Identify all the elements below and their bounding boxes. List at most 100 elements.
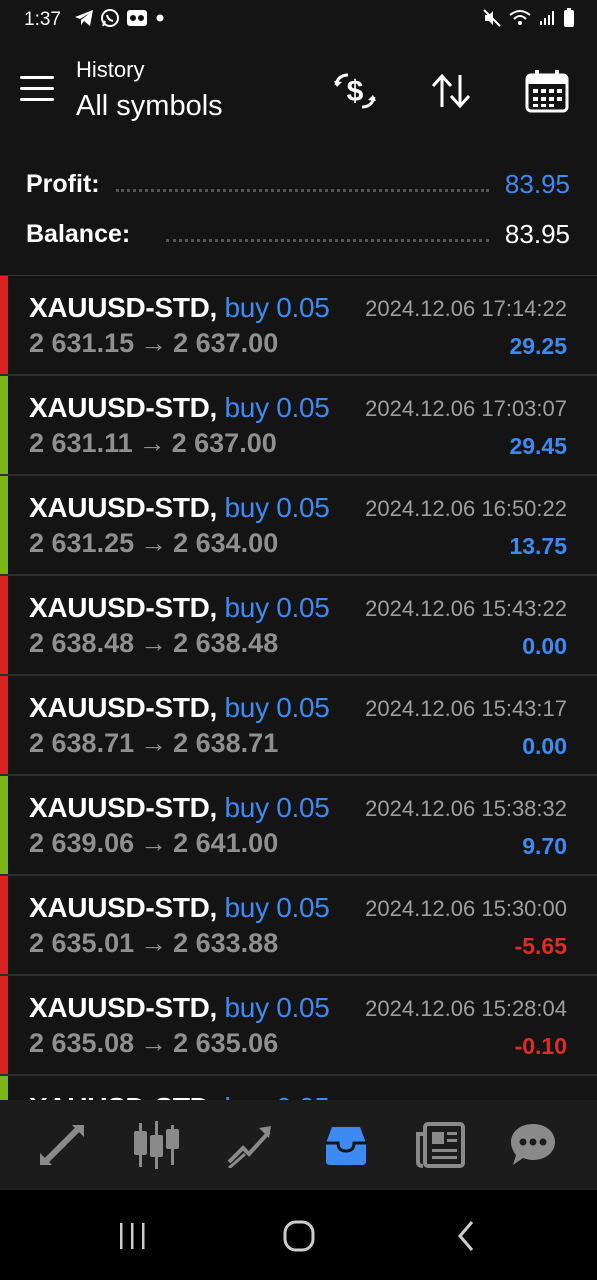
sort-button[interactable]	[426, 66, 476, 116]
deal-close-price: 2 637.00	[171, 428, 277, 458]
messages-icon	[511, 1124, 555, 1165]
recent-apps-icon	[120, 1223, 145, 1249]
deal-list[interactable]: XAUUSD-STD, buy 0.05 2024.12.06 17:14:22 2…	[0, 275, 597, 1100]
deal-side-volume: buy 0.05	[224, 292, 330, 323]
deal-side-volume: buy 0.05	[224, 992, 330, 1023]
deal-close-price: 2 634.00	[173, 528, 279, 558]
deal-row[interactable]: XAUUSD-STD, buy 0.05 2024.12.06 16:50:22 2…	[0, 476, 597, 576]
deal-symbol: XAUUSD-STD,	[29, 792, 218, 823]
bottom-nav	[0, 1100, 597, 1190]
deal-open-price: 2 638.48	[29, 628, 135, 658]
calendar-icon	[525, 70, 569, 113]
history-icon	[326, 1127, 366, 1165]
deal-profit: 13.75	[509, 533, 567, 559]
nav-history[interactable]	[316, 1118, 376, 1172]
nav-quotes[interactable]	[32, 1118, 92, 1172]
deal-prices: 2 635.08 → 2 635.06	[29, 1028, 278, 1059]
dotted-leader	[115, 188, 489, 192]
summary-panel: Profit: 83.95 Balance: 83.95	[0, 144, 597, 275]
deal-time: 2024.12.06 15:38:32	[365, 796, 567, 821]
whatsapp-icon	[101, 9, 119, 27]
currency-exchange-icon: $	[334, 73, 376, 109]
arrow-right-icon: →	[140, 728, 168, 758]
arrow-right-icon: →	[140, 928, 168, 958]
deal-symbol-line: XAUUSD-STD, buy 0.05	[29, 892, 330, 924]
deal-prices: 2 639.06 → 2 641.00	[29, 828, 278, 859]
deal-row[interactable]: XAUUSD-STD, buy 0.05 2024.12.06 15:28:04 2…	[0, 976, 597, 1076]
balance-row: Balance: 83.95	[26, 214, 570, 254]
deal-row[interactable]: XAUUSD-STD, buy 0.05 2024.12.06 17:03:07 2…	[0, 376, 597, 476]
deal-symbol-line: XAUUSD-STD, buy 0.05	[29, 1092, 330, 1100]
deal-symbol: XAUUSD-STD,	[29, 692, 218, 723]
nav-news[interactable]	[410, 1118, 470, 1172]
deal-direction-bar	[0, 876, 8, 974]
deal-time: 2024.12.06 15:28:04	[365, 996, 567, 1021]
deal-prices: 2 638.48 → 2 638.48	[29, 628, 278, 659]
deal-direction-bar	[0, 776, 8, 874]
deal-row[interactable]: XAUUSD-STD, buy 0.05 2024.12.06 15:38:32 2…	[0, 776, 597, 876]
deal-time: 2024.12.06 15:30:00	[365, 896, 567, 921]
deal-profit: 29.45	[509, 433, 567, 459]
recent-apps-button[interactable]	[102, 1216, 162, 1256]
deal-symbol-line: XAUUSD-STD, buy 0.05	[29, 592, 330, 624]
profit-row: Profit: 83.95	[26, 164, 570, 204]
nav-chart[interactable]	[126, 1118, 186, 1172]
back-icon	[458, 1221, 474, 1251]
deal-time: 2024.12.06 15:43:22	[365, 596, 567, 621]
status-time: 1:37	[24, 9, 61, 30]
mute-icon	[483, 9, 501, 27]
deal-profit: -0.10	[514, 1033, 567, 1059]
calendar-button[interactable]	[522, 66, 572, 116]
deal-open-price: 2 639.06	[29, 828, 135, 858]
deal-time: 2024.12.06 17:03:07	[365, 396, 567, 421]
home-button[interactable]	[269, 1216, 329, 1256]
deal-prices: 2 631.25 → 2 634.00	[29, 528, 278, 559]
dot-icon	[156, 14, 164, 22]
deal-prices: 2 631.15 → 2 637.00	[29, 328, 278, 359]
deal-close-price: 2 633.88	[173, 928, 279, 958]
deal-prices: 2 638.71 → 2 638.71	[29, 728, 278, 759]
deal-profit: 0.00	[522, 733, 567, 759]
arrow-right-icon: →	[140, 1028, 168, 1058]
app-bar: History All symbols $	[0, 44, 597, 144]
status-bar: 1:37	[0, 0, 597, 44]
arrow-right-icon: →	[138, 428, 166, 458]
deal-row[interactable]: XAUUSD-STD, buy 0.05 2024.12.06 17:14:22 2…	[0, 276, 597, 376]
deal-direction-bar	[0, 276, 8, 374]
chart-icon	[134, 1121, 179, 1169]
arrow-right-icon: →	[140, 528, 168, 558]
deal-prices: 2 635.01 → 2 633.88	[29, 928, 278, 959]
nav-trade[interactable]	[220, 1118, 280, 1172]
battery-icon	[564, 8, 574, 27]
deal-symbol: XAUUSD-STD,	[29, 1092, 217, 1100]
arrow-right-icon: →	[140, 328, 168, 358]
dotted-leader	[166, 238, 489, 242]
currency-exchange-button[interactable]: $	[330, 66, 380, 116]
balance-value: 83.95	[504, 218, 570, 249]
deal-close-price: 2 638.71	[173, 728, 279, 758]
deal-close-price: 2 635.06	[173, 1028, 279, 1058]
profit-value: 83.95	[504, 168, 570, 199]
deal-row[interactable]: XAUUSD-STD, buy 0.05 2024.12.06 15:30:00 2…	[0, 876, 597, 976]
system-nav-bar	[0, 1190, 597, 1280]
deal-close-price: 2 637.00	[173, 328, 279, 358]
deal-row[interactable]: XAUUSD-STD, buy 0.05	[0, 1076, 597, 1100]
deal-symbol: XAUUSD-STD,	[29, 992, 218, 1023]
back-button[interactable]	[436, 1216, 496, 1256]
deal-row[interactable]: XAUUSD-STD, buy 0.05 2024.12.06 15:43:22 2…	[0, 576, 597, 676]
deal-direction-bar	[0, 576, 8, 674]
nav-messages[interactable]	[503, 1118, 563, 1172]
deal-symbol: XAUUSD-STD,	[29, 492, 218, 523]
signal-icon	[540, 11, 554, 25]
deal-time: 2024.12.06 17:14:22	[365, 296, 567, 321]
page-title: History	[76, 57, 145, 82]
deal-symbol: XAUUSD-STD,	[29, 392, 218, 423]
deal-direction-bar	[0, 676, 8, 774]
svg-text:$: $	[347, 75, 364, 108]
menu-button[interactable]	[20, 76, 54, 102]
deal-row[interactable]: XAUUSD-STD, buy 0.05 2024.12.06 15:43:17 2…	[0, 676, 597, 776]
deal-symbol: XAUUSD-STD,	[29, 592, 218, 623]
symbol-filter[interactable]: All symbols	[76, 90, 223, 123]
deal-profit: 0.00	[522, 633, 567, 659]
deal-open-price: 2 638.71	[29, 728, 135, 758]
